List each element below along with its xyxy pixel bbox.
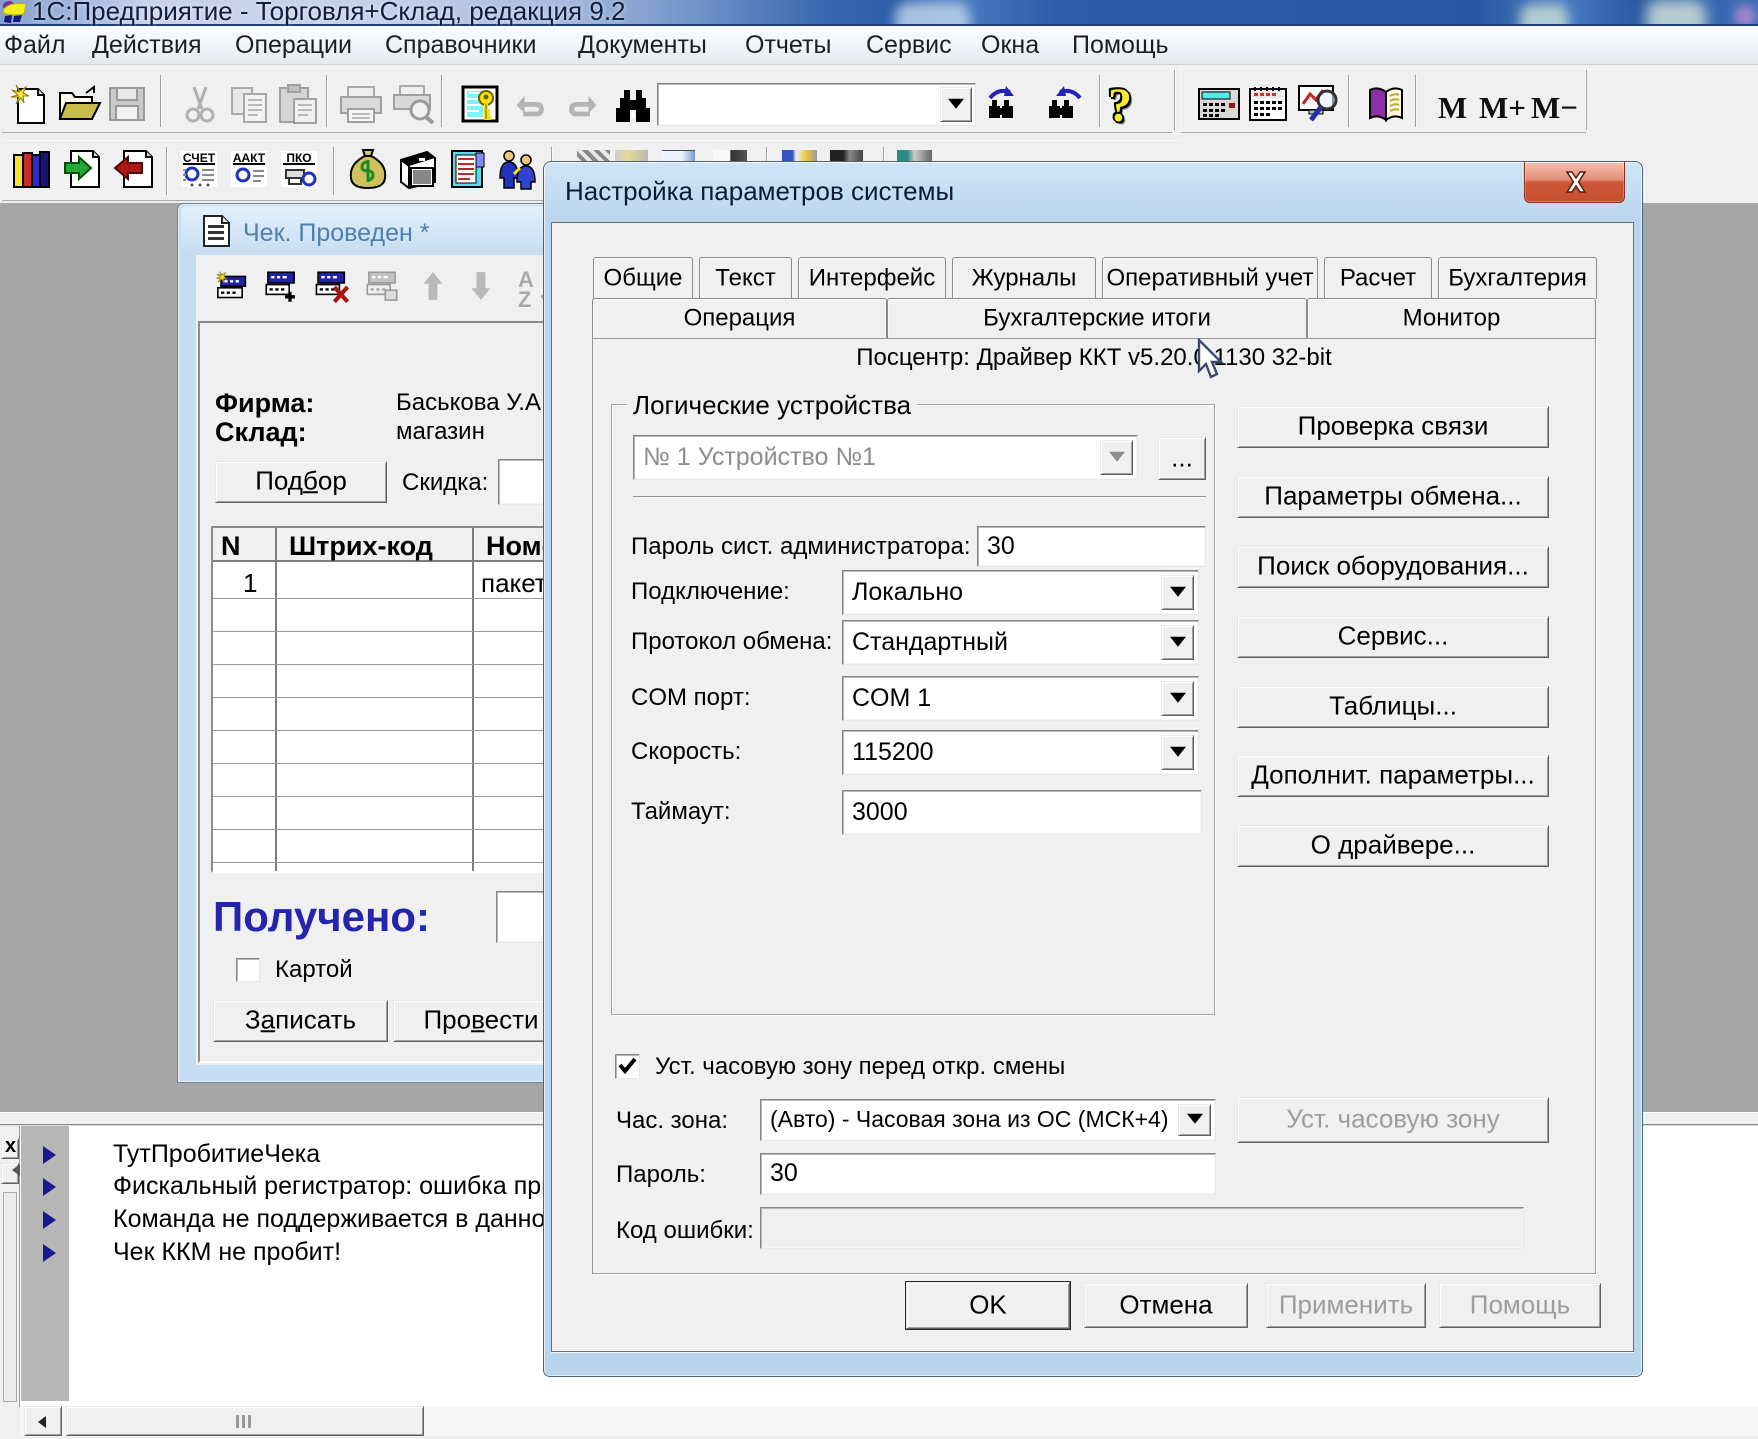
- svg-text:СЧЕТ: СЧЕТ: [183, 151, 216, 165]
- svg-text:ААКТ: ААКТ: [233, 151, 266, 165]
- svg-text:ПКО: ПКО: [286, 151, 311, 165]
